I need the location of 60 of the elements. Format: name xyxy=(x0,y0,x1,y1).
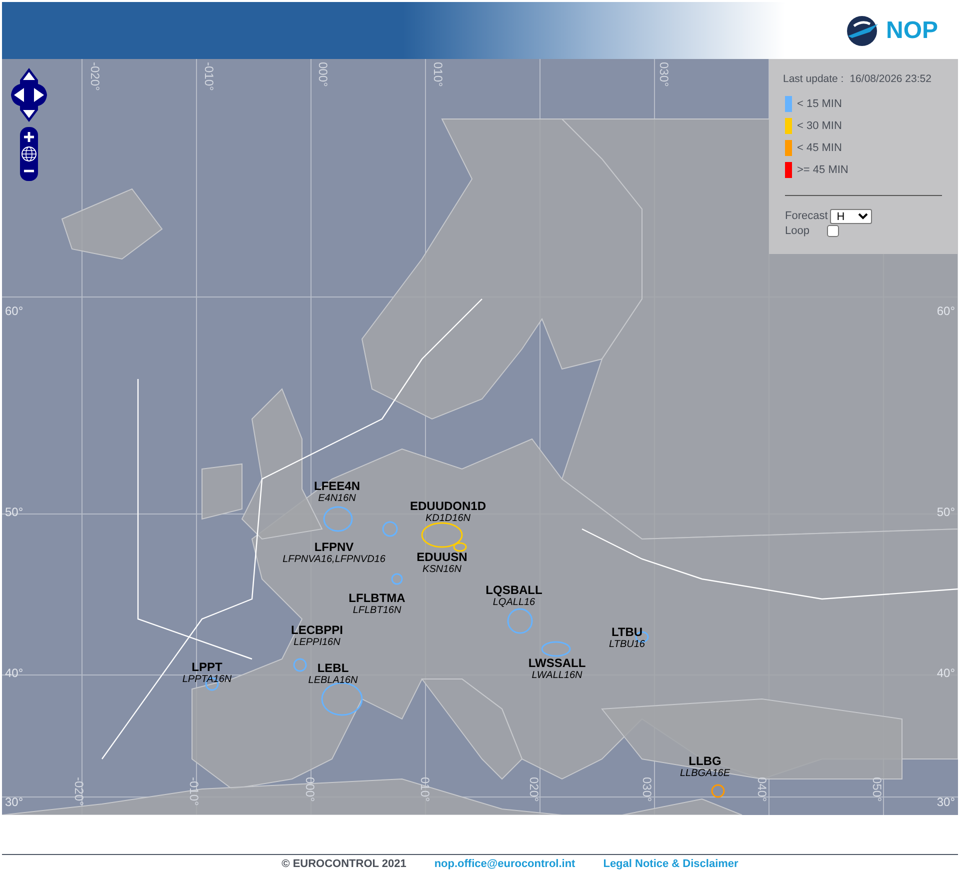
sector-code: LPPTA16N xyxy=(182,674,232,685)
legend-label: < 15 MIN xyxy=(797,98,842,110)
sector-code: LQALL16 xyxy=(492,597,536,608)
legend-label: < 45 MIN xyxy=(797,142,842,154)
sector-name[interactable]: EDUUSN xyxy=(416,550,468,564)
forecast-dropdown[interactable]: H xyxy=(830,208,872,224)
sector-name[interactable]: LPPT xyxy=(192,660,222,674)
loop-checkbox[interactable] xyxy=(827,225,840,237)
last-update-time: 16/08/2026 23:52 xyxy=(850,73,932,85)
legend-label: >= 45 MIN xyxy=(797,164,848,176)
latitude-label: 40° xyxy=(5,666,24,680)
forecast-label: Forecast xyxy=(785,210,828,222)
longitude-label: 030° xyxy=(640,777,654,802)
longitude-label: 030° xyxy=(657,62,671,87)
last-update-label: Last update : xyxy=(783,73,844,85)
sector-code: LEBLA16N xyxy=(308,675,358,686)
longitude-label: 040° xyxy=(755,777,769,802)
sector-name[interactable]: EDUUDON1D xyxy=(410,499,486,513)
longitude-label: -020° xyxy=(72,777,86,806)
latitude-label: 40° xyxy=(936,666,955,680)
loop-label: Loop xyxy=(785,225,810,237)
logo-text: NOP xyxy=(886,16,938,44)
latitude-label: 50° xyxy=(5,505,24,519)
latitude-label: 30° xyxy=(5,795,24,809)
sector-code: LLBGA16E xyxy=(680,768,730,779)
sector-name[interactable]: LLBG xyxy=(688,754,722,768)
sector-name[interactable]: LWSSALL xyxy=(528,656,586,670)
sector-name[interactable]: LQSBALL xyxy=(486,583,542,597)
sector-code: LFPNVA16,LFPNVD16 xyxy=(282,554,386,565)
sector-name[interactable]: LFLBTMA xyxy=(348,591,406,605)
zoom-in-button[interactable] xyxy=(21,129,37,145)
sector-name[interactable]: LECBPPI xyxy=(291,623,343,637)
sector-code: LFLBT16N xyxy=(352,605,402,616)
legend-label: < 30 MIN xyxy=(797,120,842,132)
latitude-label: 60° xyxy=(5,304,24,318)
latitude-label: 60° xyxy=(936,304,955,318)
longitude-label: -020° xyxy=(88,62,102,91)
sector-name[interactable]: LEBL xyxy=(317,661,349,675)
pan-control[interactable] xyxy=(10,67,48,123)
sector-code: LWALL16N xyxy=(532,670,582,681)
globe-icon[interactable] xyxy=(21,146,37,162)
longitude-label: 010° xyxy=(431,62,445,87)
longitude-label: -010° xyxy=(202,62,216,91)
longitude-label: -010° xyxy=(187,777,201,806)
sector-name[interactable]: LTBU xyxy=(611,625,643,639)
longitude-label: 010° xyxy=(418,777,432,802)
latitude-label: 30° xyxy=(936,795,955,809)
sector-name[interactable]: LFPNV xyxy=(314,540,354,554)
latitude-label: 50° xyxy=(936,505,955,519)
sector-code: LTBU16 xyxy=(609,639,645,650)
sector-code: KSN16N xyxy=(422,564,462,575)
longitude-label: 000° xyxy=(303,777,317,802)
sector-name[interactable]: LFEE4N xyxy=(314,479,360,493)
longitude-label: 050° xyxy=(870,777,884,802)
longitude-label: 000° xyxy=(316,62,330,87)
sector-code: E4N16N xyxy=(318,493,356,504)
copyright-text: © EUROCONTROL 2021 xyxy=(282,858,406,870)
longitude-label: 020° xyxy=(527,777,541,802)
sector-code: KD1D16N xyxy=(425,513,470,524)
sector-code: LEPPI16N xyxy=(294,637,340,648)
